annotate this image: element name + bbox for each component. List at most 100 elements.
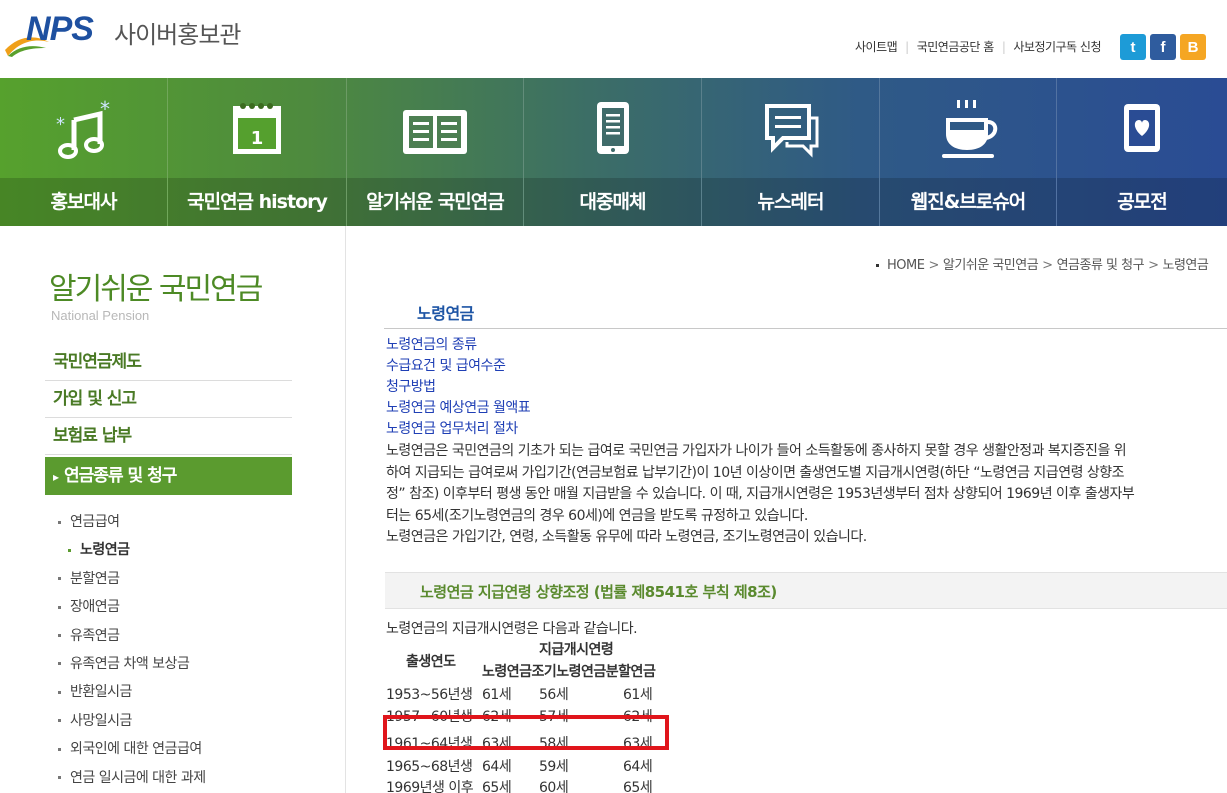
gnb-label: 알기쉬운 국민연금	[347, 178, 523, 226]
subscribe-link[interactable]: 사보정기구독 신청	[1013, 38, 1101, 55]
intro-paragraph: 노령연금은 국민연금의 기초가 되는 급여로 국민연금 가입자가 나이가 들어 …	[386, 441, 1227, 549]
lnb-sub-item[interactable]: 사망일시금	[58, 707, 206, 735]
gnb-newsletter[interactable]: 뉴스레터	[702, 78, 880, 226]
breadcrumb: HOME > 알기쉬운 국민연금 > 연금종류 및 청구 > 노령연금	[876, 254, 1209, 273]
facebook-icon[interactable]: f	[1150, 34, 1176, 60]
lnb-sub-item[interactable]: 반환일시금	[58, 678, 206, 706]
lnb-sub-label: 분할연금	[70, 570, 120, 587]
doc-link-procedure[interactable]: 노령연금 업무처리 절차	[386, 419, 530, 440]
intro-line: 정” 참조) 이후부터 평생 동안 매월 지급받을 수 있습니다. 이 때, 지…	[386, 486, 1135, 502]
lnb-sub-item[interactable]: 외국인에 대한 연금급여	[58, 735, 206, 763]
cell-early: 59세	[539, 759, 569, 775]
bullet-icon	[58, 747, 61, 751]
gnb-easy-pension[interactable]: 알기쉬운 국민연금	[347, 78, 524, 226]
gnb-label: 뉴스레터	[702, 178, 879, 226]
divider: |	[905, 39, 909, 54]
utility-links: 사이트맵 | 국민연금공단 홈 | 사보정기구독 신청	[855, 38, 1102, 55]
lnb-item-enroll-report[interactable]: 가입 및 신고	[45, 381, 292, 418]
lnb-sub-label: 유족연금	[70, 627, 120, 644]
twitter-icon[interactable]: t	[1120, 34, 1146, 60]
heart-card-icon	[1124, 104, 1160, 152]
blog-icon[interactable]: B	[1180, 34, 1206, 60]
breadcrumb-item[interactable]: 연금종류 및 청구	[1057, 258, 1145, 273]
doc-link-requirements[interactable]: 수급요건 및 급여수준	[386, 356, 530, 377]
calendar-icon: 1	[233, 103, 281, 154]
lnb-sub-item[interactable]: 연금급여	[58, 508, 206, 536]
lnb-item-premium-payment[interactable]: 보험료 납부	[45, 418, 292, 455]
section-heading: 노령연금 지급연령 상향조정 (법률 제8541호 부칙 제8조)	[420, 583, 777, 601]
bullet-icon	[58, 662, 61, 666]
gnb-ambassador[interactable]: * * 홍보대사	[0, 78, 168, 226]
lnb-sub-label: 외국인에 대한 연금급여	[70, 741, 202, 758]
svg-text:1: 1	[251, 128, 264, 149]
highlight-annotation-box	[383, 715, 669, 750]
intro-line: 터는 65세(조기노령연금의 경우 60세)에 연금을 받도록 규정하고 있습니…	[386, 507, 808, 524]
lnb-sub-item[interactable]: 유족연금 차액 보상금	[58, 650, 206, 678]
doc-link-monthly-table[interactable]: 노령연금 예상연금 월액표	[386, 398, 531, 419]
gnb-contest[interactable]: 공모전	[1057, 78, 1227, 226]
breadcrumb-current: 노령연금	[1162, 258, 1209, 273]
lnb-item-label: 연금종류 및 청구	[64, 466, 177, 486]
gnb-webzine[interactable]: 웹진&브로슈어	[880, 78, 1057, 226]
lnb-sub-label: 반환일시금	[70, 684, 132, 701]
divider	[384, 328, 1227, 329]
lnb-sub-item[interactable]: 유족연금	[58, 622, 206, 650]
col-header-birth-year: 출생연도	[406, 654, 456, 670]
cell-split: 64세	[623, 759, 653, 775]
main-content: HOME > 알기쉬운 국민연금 > 연금종류 및 청구 > 노령연금 노령연금 노령연금의…	[347, 226, 1227, 793]
gnb-label: 대중매체	[524, 178, 701, 226]
social-links: t f B	[1120, 34, 1206, 60]
col-header-group: 지급개시연령	[539, 642, 614, 658]
chevron-right-icon: >	[1042, 258, 1053, 273]
lnb-sub-item[interactable]: 분할연금	[58, 565, 206, 593]
section-header-box: 노령연금 지급연령 상향조정 (법률 제8541호 부칙 제8조)	[385, 572, 1227, 609]
site-logo[interactable]: NPS 사이버홍보관	[4, 6, 254, 61]
bullet-icon	[58, 634, 61, 638]
gnb-label: 웹진&브로슈어	[880, 178, 1056, 226]
gnb-mass-media[interactable]: 대중매체	[524, 78, 702, 226]
bullet-icon	[58, 776, 61, 780]
lnb-item-pension-types[interactable]: ▸ 연금종류 및 청구	[45, 457, 292, 495]
section-title: 알기쉬운 국민연금	[49, 272, 263, 307]
tablet-document-icon	[596, 102, 629, 154]
site-header: NPS 사이버홍보관 사이트맵 | 국민연금공단 홈 | 사보정기구독 신청 t…	[0, 0, 1227, 78]
main-navigation: * * 홍보대사 1 국민연금 history 알기쉬운 국민연금 대중매체 뉴…	[0, 78, 1227, 226]
lnb-sub-menu: 연금급여 노령연금 분할연금 장애연금 유족연금 유족연금 차액 보상금 반환일…	[58, 508, 206, 792]
cell-birth-year: 1969년생 이후	[386, 780, 474, 793]
logo-nps-text: NPS	[26, 10, 94, 49]
breadcrumb-item[interactable]: 알기쉬운 국민연금	[943, 258, 1039, 273]
gnb-history[interactable]: 1 국민연금 history	[168, 78, 347, 226]
doc-link-claim-method[interactable]: 청구방법	[386, 377, 530, 398]
cell-early: 60세	[539, 780, 569, 793]
cell-split: 65세	[623, 780, 653, 793]
lnb-item-pension-system[interactable]: 국민연금제도	[45, 344, 292, 381]
left-navigation: 알기쉬운 국민연금 National Pension 국민연금제도 가입 및 신…	[0, 226, 346, 793]
doc-link-types[interactable]: 노령연금의 종류	[386, 335, 530, 356]
logo-letter: S	[71, 10, 94, 48]
sitemap-link[interactable]: 사이트맵	[855, 38, 898, 55]
table-row: 1953~56년생 61세 56세 61세	[386, 684, 686, 705]
bullet-icon	[58, 605, 61, 609]
lnb-sub-item[interactable]: 연금 일시금에 대한 과제	[58, 764, 206, 792]
age-table-intro: 노령연금의 지급개시연령은 다음과 같습니다.	[386, 621, 638, 637]
lnb-sub-label: 유족연금 차액 보상금	[70, 655, 190, 672]
gnb-label: 홍보대사	[0, 178, 167, 226]
lnb-sub-label: 장애연금	[70, 599, 120, 616]
logo-letter: N	[26, 10, 51, 48]
music-note-icon: * *	[56, 98, 110, 159]
section-subtitle: National Pension	[51, 308, 150, 323]
table-row: 1965~68년생 64세 59세 64세	[386, 756, 686, 777]
chevron-right-icon: >	[928, 258, 939, 273]
lnb-sub-item-current[interactable]: 노령연금	[58, 536, 206, 564]
intro-line: 하여 지급되는 급여로써 가입기간(연금보험료 납부기간)이 10년 이상이면 …	[386, 464, 1125, 481]
nps-home-link[interactable]: 국민연금공단 홈	[917, 38, 995, 55]
bullet-icon	[58, 520, 61, 524]
caret-right-icon: ▸	[53, 470, 59, 484]
breadcrumb-home[interactable]: HOME	[887, 258, 925, 273]
cell-old-age: 61세	[482, 687, 512, 703]
lnb-sub-item[interactable]: 장애연금	[58, 593, 206, 621]
bullet-icon	[58, 719, 61, 723]
intro-line: 노령연금은 국민연금의 기초가 되는 급여로 국민연금 가입자가 나이가 들어 …	[386, 443, 1127, 459]
cell-old-age: 65세	[482, 780, 512, 793]
gnb-label: 공모전	[1057, 178, 1227, 226]
